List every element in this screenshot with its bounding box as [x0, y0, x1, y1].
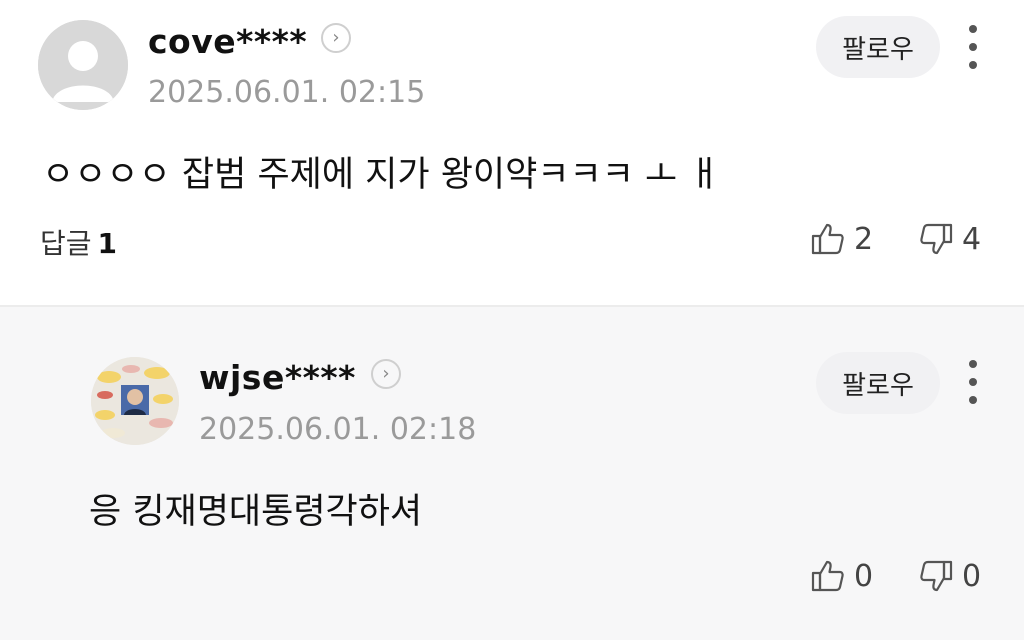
reply-button[interactable]: 답글 1 — [40, 222, 117, 262]
dislike-button[interactable]: 0 — [918, 558, 981, 594]
reply-count: 1 — [97, 227, 118, 260]
avatar[interactable] — [91, 357, 179, 445]
username[interactable]: cove**** — [148, 22, 307, 61]
username[interactable]: wjse**** — [199, 358, 356, 397]
comment-date: 2025.06.01. 02:18 — [199, 412, 477, 447]
dislike-count: 0 — [962, 558, 982, 594]
follow-button[interactable]: 팔로우 — [816, 16, 940, 78]
like-button[interactable]: 2 — [810, 221, 873, 257]
comment-text: 응 킹재명대통령각하셔 — [89, 492, 423, 532]
thumbs-down-icon — [920, 223, 953, 255]
more-options-icon[interactable] — [963, 25, 983, 69]
like-button[interactable]: 0 — [810, 558, 873, 594]
profile-photo — [91, 357, 179, 445]
more-options-icon[interactable] — [963, 360, 983, 404]
thumbs-down-icon — [920, 560, 953, 592]
comment-text: ㅇㅇㅇㅇ 잡범 주제에 지가 왕이약ㅋㅋㅋ ㅗ ㅐ — [42, 155, 721, 195]
dislike-button[interactable]: 4 — [918, 221, 981, 257]
like-count: 0 — [854, 558, 874, 594]
thumbs-up-icon — [811, 560, 844, 592]
like-count: 2 — [854, 221, 874, 257]
thumbs-up-icon — [811, 223, 844, 255]
dislike-count: 4 — [962, 221, 982, 257]
chevron-right-icon[interactable]: › — [371, 359, 401, 389]
follow-button[interactable]: 팔로우 — [816, 352, 940, 414]
default-user-icon — [38, 20, 128, 110]
reply-label: 답글 — [40, 227, 92, 260]
comment-date: 2025.06.01. 02:15 — [148, 75, 426, 110]
chevron-right-icon[interactable]: › — [321, 23, 351, 53]
avatar[interactable] — [38, 20, 128, 110]
comment: cove**** › 2025.06.01. 02:15 팔로우 ㅇㅇㅇㅇ 잡범… — [0, 0, 1024, 305]
